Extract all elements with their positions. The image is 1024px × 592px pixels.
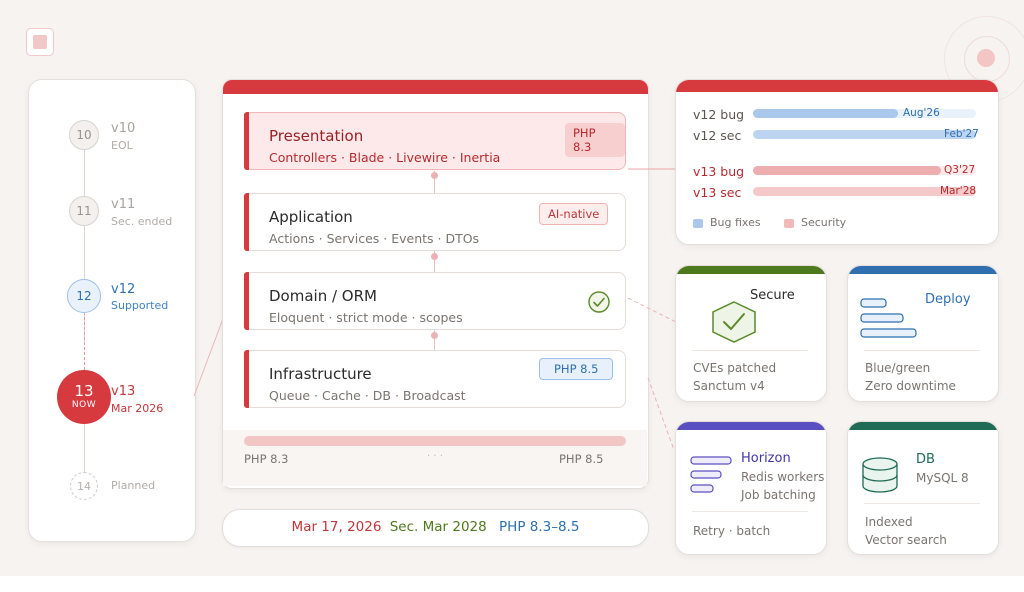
timeline-dot-v12: 12 xyxy=(67,279,101,313)
secure-line1: CVEs patched xyxy=(693,361,777,375)
timeline-version-v12: v12 xyxy=(111,282,136,297)
timeline-dot-v13: 13 NOW xyxy=(57,370,111,424)
deploy-title: Deploy xyxy=(925,292,971,307)
legend-swatch-bug xyxy=(693,219,703,228)
timeline-now-badge: NOW xyxy=(71,400,97,410)
timeline-version-v11: v11 xyxy=(111,197,136,212)
timeline-status-v11: Sec. ended xyxy=(111,215,173,228)
horizon-sub1: Redis workers xyxy=(741,470,825,484)
horizon-sub2: Job batching xyxy=(741,488,816,502)
layer-title: Presentation xyxy=(269,127,364,145)
layer-presentation: Presentation Controllers · Blade · Livew… xyxy=(244,112,626,170)
layer-title: Application xyxy=(269,208,353,226)
db-sub1: MySQL 8 xyxy=(916,471,969,485)
timeline-dot-v11: 11 xyxy=(69,196,99,226)
php-range-bar xyxy=(244,436,626,446)
secure-line2: Sanctum v4 xyxy=(693,379,765,393)
chart-bar xyxy=(753,130,976,139)
db-line1: Indexed xyxy=(865,515,913,529)
db-line2: Vector search xyxy=(865,533,947,547)
chart-end-label: Feb'27 xyxy=(944,128,979,140)
php-range-dots: · · · xyxy=(427,451,443,462)
layer-title: Domain / ORM xyxy=(269,287,377,305)
check-circle-icon xyxy=(588,291,610,313)
php-range-start: PHP 8.3 xyxy=(244,452,289,466)
timeline-status-v14: Planned xyxy=(111,479,156,492)
queue-icon xyxy=(690,456,732,493)
php-versions: PHP 8.3–8.5 xyxy=(499,519,580,535)
db-title: DB xyxy=(916,452,935,467)
chart-end-label: Aug'26 xyxy=(903,107,940,119)
timeline-version-v10: v10 xyxy=(111,121,136,136)
legend-label-security: Security xyxy=(801,216,847,229)
chart-bar xyxy=(753,166,941,175)
chart-row-label: v13 sec xyxy=(693,185,742,200)
timeline-version-v13: v13 xyxy=(111,384,136,399)
chart-row-label: v12 sec xyxy=(693,128,742,143)
ai-native-badge: AI-native xyxy=(539,203,609,225)
timeline-status-v13: Mar 2026 xyxy=(111,402,164,415)
shield-check-icon xyxy=(712,301,756,343)
timeline-status-v10: EOL xyxy=(111,139,133,152)
php-badge: PHP 8.3 xyxy=(565,123,625,157)
chart-end-label: Q3'27 xyxy=(944,164,976,176)
deploy-line1: Blue/green xyxy=(865,361,931,375)
chart-end-label: Mar'28 xyxy=(940,185,977,197)
legend-label-bug: Bug fixes xyxy=(710,216,761,229)
chart-bar xyxy=(753,109,898,118)
layer-application: Application Actions · Services · Events … xyxy=(244,193,626,251)
layer-domain: Domain / ORM Eloquent · strict mode · sc… xyxy=(244,272,626,330)
layer-title: Infrastructure xyxy=(269,365,372,383)
decor-dot-icon xyxy=(977,49,995,67)
chart-row-label: v12 bug xyxy=(693,107,745,122)
database-icon xyxy=(862,457,898,493)
logo-icon xyxy=(26,28,54,56)
layer-infrastructure: Infrastructure Queue · Cache · DB · Broa… xyxy=(244,350,626,408)
layer-items: Queue · Cache · DB · Broadcast xyxy=(269,388,466,403)
timeline-status-v12: Supported xyxy=(111,299,169,312)
release-date: Mar 17, 2026 xyxy=(291,519,382,535)
bars-icon xyxy=(860,298,917,338)
layer-items: Eloquent · strict mode · scopes xyxy=(269,310,463,325)
legend-swatch-security xyxy=(784,219,794,228)
timeline-num-v13: 13 xyxy=(74,382,94,400)
layer-items: Actions · Services · Events · DTOs xyxy=(269,231,480,246)
timeline-dot-v10: 10 xyxy=(69,120,99,150)
release-summary-pill: Mar 17, 2026 Sec. Mar 2028 PHP 8.3–8.5 xyxy=(222,509,649,547)
timeline-dot-v14: 14 xyxy=(70,472,98,500)
php-badge: PHP 8.5 xyxy=(539,358,614,380)
horizon-title: Horizon xyxy=(741,451,791,466)
chart-row-label: v13 bug xyxy=(693,164,745,179)
layer-items: Controllers · Blade · Livewire · Inertia xyxy=(269,150,501,165)
security-date: Sec. Mar 2028 xyxy=(389,519,487,535)
php-range-end: PHP 8.5 xyxy=(559,452,604,466)
deploy-line2: Zero downtime xyxy=(865,379,956,393)
horizon-footer: Retry · batch xyxy=(693,524,771,538)
